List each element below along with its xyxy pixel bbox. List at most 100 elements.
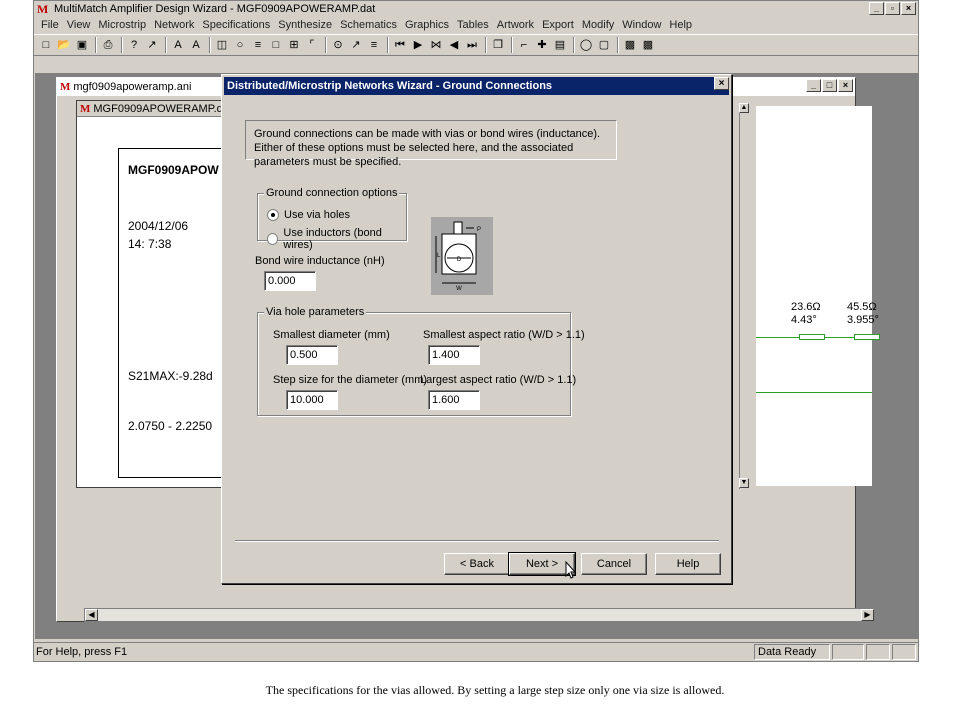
box-icon[interactable]: □ [268, 37, 284, 53]
tune-icon[interactable]: ≡ [366, 37, 382, 53]
menu-network[interactable]: Network [150, 19, 198, 31]
app-titlebar: M MultiMatch Amplifier Design Wizard - M… [34, 1, 918, 17]
menu-help[interactable]: Help [665, 19, 696, 31]
cross-icon[interactable]: ✚ [534, 37, 550, 53]
ani-minimize-button[interactable]: _ [806, 79, 821, 92]
smallest-aspect-label: Smallest aspect ratio (W/D > 1.1) [423, 329, 585, 341]
prev-icon[interactable]: ◀ [446, 37, 462, 53]
step-size-field[interactable]: 10.000 [286, 390, 338, 410]
scroll-up-icon[interactable]: ▲ [739, 103, 749, 113]
list-icon[interactable]: ▤ [552, 37, 568, 53]
line-impedance-2: 45.5Ω [847, 301, 877, 313]
ground-connections-dialog: Distributed/Microstrip Networks Wizard -… [221, 74, 732, 584]
mouse-cursor-icon [565, 561, 577, 579]
smallest-aspect-field[interactable]: 1.400 [428, 345, 480, 365]
dialog-title: Distributed/Microstrip Networks Wizard -… [227, 80, 553, 92]
ani-window-controls: _ □ × [806, 79, 853, 92]
font-a-alt-icon[interactable]: A [188, 37, 204, 53]
toolbar-separator [121, 37, 123, 53]
component-icon[interactable]: ≡ [250, 37, 266, 53]
menu-export[interactable]: Export [538, 19, 578, 31]
toolbar-separator [95, 37, 97, 53]
toolbar-separator [165, 37, 167, 53]
transmission-line-2 [854, 334, 880, 340]
menu-synthesize[interactable]: Synthesize [274, 19, 336, 31]
app-title: MultiMatch Amplifier Design Wizard - MGF… [54, 3, 376, 15]
step-size-label: Step size for the diameter (mm) [273, 374, 428, 386]
largest-aspect-field[interactable]: 1.600 [428, 390, 480, 410]
print-icon[interactable]: ⎙ [100, 37, 116, 53]
line-impedance-1: 23.6Ω [791, 301, 821, 313]
stack-alt-icon[interactable]: ▩ [640, 37, 656, 53]
ani-logo-icon: M [60, 81, 71, 93]
menu-microstrip[interactable]: Microstrip [94, 19, 150, 31]
ground-options-label: Ground connection options [264, 187, 400, 199]
wire-icon[interactable]: ⌐ [516, 37, 532, 53]
back-button[interactable]: < Back [444, 553, 510, 575]
info-text-box: Ground connections can be made with vias… [245, 120, 617, 168]
inductors-radio[interactable] [267, 233, 279, 245]
pin-icon[interactable]: ↗ [348, 37, 364, 53]
ground-options-group: Ground connection options Use via holes … [257, 187, 407, 251]
save-icon[interactable]: ▣ [74, 37, 90, 53]
cancel-button[interactable]: Cancel [581, 553, 647, 575]
square-icon[interactable]: ▢ [596, 37, 612, 53]
inner-vertical-scrollbar[interactable]: ▲ ▼ [739, 103, 749, 489]
context-help-icon[interactable]: ↗ [144, 37, 160, 53]
slide-caption: The specifications for the vias allowed.… [265, 683, 725, 697]
menu-view[interactable]: View [63, 19, 95, 31]
bond-wire-inductance-field[interactable]: 0.000 [264, 271, 316, 291]
dialog-close-button[interactable]: × [714, 77, 729, 90]
scroll-right-icon[interactable]: ▶ [861, 609, 874, 621]
inductors-option[interactable]: Use inductors (bond wires) [267, 227, 406, 251]
last-icon[interactable]: ⏭ [464, 37, 480, 53]
fit-icon[interactable]: ◫ [214, 37, 230, 53]
target-icon[interactable]: ⊙ [330, 37, 346, 53]
minimize-button[interactable]: _ [869, 2, 884, 15]
dat-window-title: MGF0909APOWERAMP.dat [93, 102, 232, 115]
menu-specifications[interactable]: Specifications [198, 19, 274, 31]
menu-graphics[interactable]: Graphics [401, 19, 453, 31]
scroll-left-icon[interactable]: ◀ [85, 609, 98, 621]
line-angle-2: 3.955° [847, 314, 879, 326]
via-holes-radio[interactable] [267, 209, 279, 221]
step-icon[interactable]: ⌜ [304, 37, 320, 53]
font-a-icon[interactable]: A [170, 37, 186, 53]
menu-modify[interactable]: Modify [578, 19, 618, 31]
close-button[interactable]: × [901, 2, 916, 15]
schematic-canvas: 23.6Ω 4.43° 45.5Ω 3.955° [756, 106, 880, 486]
help-button[interactable]: Help [655, 553, 721, 575]
new-file-icon[interactable]: □ [38, 37, 54, 53]
horizontal-scrollbar[interactable]: ◀ ▶ [84, 608, 875, 622]
menu-window[interactable]: Window [618, 19, 665, 31]
network-icon[interactable]: ⊞ [286, 37, 302, 53]
toolbar-separator [511, 37, 513, 53]
scroll-down-icon[interactable]: ▼ [739, 478, 749, 488]
smallest-diameter-field[interactable]: 0.500 [286, 345, 338, 365]
via-holes-option[interactable]: Use via holes [267, 209, 350, 221]
diagram-label-d: D [457, 257, 462, 263]
bowtie-icon[interactable]: ⋈ [428, 37, 444, 53]
menu-schematics[interactable]: Schematics [336, 19, 401, 31]
doc-time: 14: 7:38 [128, 237, 172, 251]
doc-s21: S21MAX:-9.28d [128, 369, 213, 383]
stack-icon[interactable]: ▩ [622, 37, 638, 53]
menu-file[interactable]: File [37, 19, 63, 31]
diagram-label-p: P [477, 227, 481, 233]
open-folder-icon[interactable]: 📂 [56, 37, 72, 53]
menu-artwork[interactable]: Artwork [493, 19, 538, 31]
restore-button[interactable]: ▫ [885, 2, 900, 15]
schematic-line-bottom [756, 392, 872, 393]
dialog-separator [235, 540, 719, 542]
copy-icon[interactable]: ❐ [490, 37, 506, 53]
circle-icon[interactable]: ○ [232, 37, 248, 53]
play-icon[interactable]: ▶ [410, 37, 426, 53]
status-cell-num [866, 644, 890, 660]
ani-window-title: mgf0909apoweramp.ani [73, 81, 192, 93]
help-icon[interactable]: ? [126, 37, 142, 53]
first-icon[interactable]: ⏮ [392, 37, 408, 53]
ani-close-button[interactable]: × [838, 79, 853, 92]
menu-tables[interactable]: Tables [453, 19, 493, 31]
ani-maximize-button[interactable]: □ [822, 79, 837, 92]
ring-icon[interactable]: ◯ [578, 37, 594, 53]
